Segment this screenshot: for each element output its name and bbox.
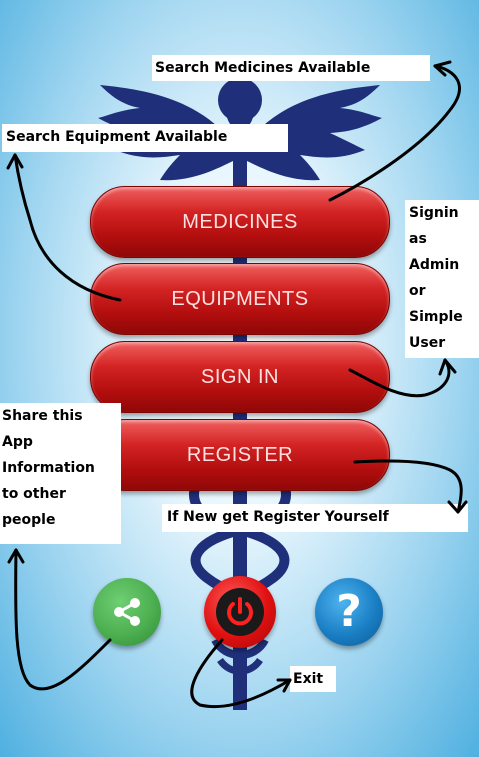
medicines-button-label: MEDICINES bbox=[182, 210, 298, 233]
share-icon bbox=[114, 598, 140, 626]
search-equipment-label: Search Equipment Available bbox=[2, 124, 288, 152]
question-mark-icon: ? bbox=[336, 586, 362, 637]
register-button-label: REGISTER bbox=[186, 443, 294, 466]
search-medicines-label: Search Medicines Available bbox=[152, 55, 430, 81]
exit-button[interactable] bbox=[204, 576, 276, 648]
exit-label: Exit bbox=[290, 666, 336, 692]
register-hint-label: If New get Register Yourself bbox=[162, 504, 468, 532]
register-button[interactable]: REGISTER bbox=[90, 419, 390, 491]
medicines-button[interactable]: MEDICINES bbox=[90, 186, 390, 258]
signin-role-label: Signin as Admin or Simple User bbox=[405, 200, 479, 358]
power-icon bbox=[227, 597, 253, 626]
help-button[interactable]: ? bbox=[315, 578, 383, 646]
sign-in-button-label: SIGN IN bbox=[201, 365, 279, 388]
equipments-button-label: EQUIPMENTS bbox=[171, 287, 309, 310]
power-icon-bg bbox=[216, 588, 264, 636]
equipments-button[interactable]: EQUIPMENTS bbox=[90, 263, 390, 335]
share-button[interactable] bbox=[93, 578, 161, 646]
share-info-label: Share this App Information to other peop… bbox=[0, 403, 121, 544]
sign-in-button[interactable]: SIGN IN bbox=[90, 341, 390, 413]
